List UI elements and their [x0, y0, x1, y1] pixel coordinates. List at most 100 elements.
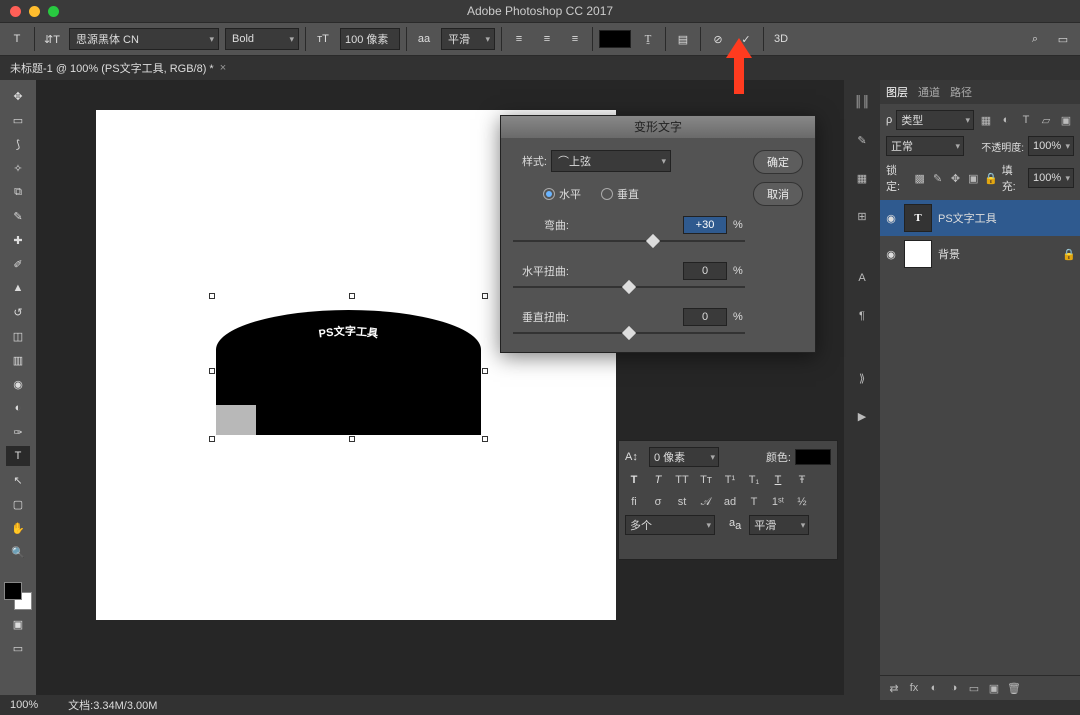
- layer-background[interactable]: ◉ 背景 🔒: [880, 236, 1080, 272]
- play-icon[interactable]: ▶: [850, 404, 874, 428]
- subscript-icon[interactable]: T₁: [745, 471, 763, 489]
- strikethrough-icon[interactable]: Ŧ: [793, 471, 811, 489]
- filter-smart-icon[interactable]: ▣: [1058, 112, 1074, 128]
- workspace-icon[interactable]: ▭: [1052, 28, 1074, 50]
- font-family-dropdown[interactable]: 思源黑体 CN: [69, 28, 219, 50]
- grid-panel-icon[interactable]: ⊞: [850, 204, 874, 228]
- group-icon[interactable]: ▭: [966, 680, 982, 696]
- lock-pixels-icon[interactable]: ✎: [930, 170, 945, 186]
- filter-shape-icon[interactable]: ▱: [1038, 112, 1054, 128]
- marquee-tool[interactable]: ▭: [6, 110, 30, 130]
- bend-input[interactable]: +30: [683, 216, 727, 234]
- warp-text-icon[interactable]: T̰: [637, 28, 659, 50]
- crop-tool[interactable]: ⧉: [6, 182, 30, 202]
- healing-tool[interactable]: ✚: [6, 230, 30, 250]
- tab-paths[interactable]: 路径: [950, 84, 972, 100]
- character-panel[interactable]: A↕0 像素颜色: T T TT Tᴛ T¹ T₁ T Ŧ fi σ st 𝒜 …: [618, 440, 838, 560]
- glyphs-icon[interactable]: ⟫: [850, 366, 874, 390]
- search-icon[interactable]: ⌕: [1024, 28, 1046, 50]
- lock-artboard-icon[interactable]: ▣: [966, 170, 981, 186]
- ok-button[interactable]: 确定: [753, 150, 803, 174]
- align-right-icon[interactable]: ≡: [564, 28, 586, 50]
- superscript-icon[interactable]: T¹: [721, 471, 739, 489]
- align-center-icon[interactable]: ≡: [536, 28, 558, 50]
- cancel-button[interactable]: 取消: [753, 182, 803, 206]
- shape-tool[interactable]: ▢: [6, 494, 30, 514]
- fill-input[interactable]: 100%: [1028, 168, 1074, 188]
- filter-type-icon[interactable]: T: [1018, 112, 1034, 128]
- new-layer-icon[interactable]: ▣: [986, 680, 1002, 696]
- document-tab[interactable]: 未标题-1 @ 100% (PS文字工具, RGB/8) *: [10, 60, 214, 76]
- type-tool[interactable]: T: [6, 446, 30, 466]
- opacity-input[interactable]: 100%: [1028, 136, 1074, 156]
- brushes-panel-icon[interactable]: ║║: [850, 90, 874, 114]
- bend-slider[interactable]: [513, 234, 745, 248]
- visibility-icon[interactable]: ◉: [884, 248, 898, 261]
- vdist-slider[interactable]: [513, 326, 745, 340]
- trash-icon[interactable]: 🗑: [1006, 680, 1022, 696]
- vdist-input[interactable]: 0: [683, 308, 727, 326]
- fx-icon[interactable]: fx: [906, 680, 922, 696]
- text-color-swatch[interactable]: [599, 30, 631, 48]
- align-left-icon[interactable]: ≡: [508, 28, 530, 50]
- quickmask-tool[interactable]: ▣: [6, 614, 30, 634]
- hand-tool[interactable]: ✋: [6, 518, 30, 538]
- character-panel-icon[interactable]: ▤: [672, 28, 694, 50]
- mask-icon[interactable]: ◐: [926, 680, 942, 696]
- filter-pixel-icon[interactable]: ▦: [978, 112, 994, 128]
- eyedropper-tool[interactable]: ✎: [6, 206, 30, 226]
- 3d-icon[interactable]: 3D: [770, 28, 792, 50]
- brush-preset-icon[interactable]: ✎: [850, 128, 874, 152]
- stamp-tool[interactable]: ▲: [6, 278, 30, 298]
- font-weight-dropdown[interactable]: Bold: [225, 28, 299, 50]
- dodge-tool[interactable]: ◐: [6, 398, 30, 418]
- eraser-tool[interactable]: ◫: [6, 326, 30, 346]
- hdist-input[interactable]: 0: [683, 262, 727, 280]
- swatches-panel-icon[interactable]: ▦: [850, 166, 874, 190]
- orientation-vertical[interactable]: 垂直: [601, 186, 639, 202]
- visibility-icon[interactable]: ◉: [884, 212, 898, 225]
- lasso-tool[interactable]: ⟆: [6, 134, 30, 154]
- paragraph-tab-icon[interactable]: ¶: [850, 304, 874, 328]
- tab-channels[interactable]: 通道: [918, 84, 940, 100]
- allcaps-icon[interactable]: TT: [673, 471, 691, 489]
- lock-all-icon[interactable]: 🔒: [984, 170, 999, 186]
- character-tab-icon[interactable]: A: [850, 266, 874, 290]
- screenmode-tool[interactable]: ▭: [6, 638, 30, 658]
- history-brush-tool[interactable]: ↺: [6, 302, 30, 322]
- lock-position-icon[interactable]: ✥: [948, 170, 963, 186]
- lock-transparent-icon[interactable]: ▩: [912, 170, 927, 186]
- antialias-dropdown[interactable]: 平滑: [441, 28, 495, 50]
- cancel-icon[interactable]: ⊘: [707, 28, 729, 50]
- blend-mode-dropdown[interactable]: 正常: [886, 136, 964, 156]
- text-orientation-icon[interactable]: ⇵T: [41, 28, 63, 50]
- close-tab-icon[interactable]: ×: [220, 62, 226, 74]
- layer-text[interactable]: ◉ T PS文字工具: [880, 200, 1080, 236]
- zoom-tool[interactable]: 🔍: [6, 542, 30, 562]
- italic-icon[interactable]: T: [649, 471, 667, 489]
- underline-icon[interactable]: T: [769, 471, 787, 489]
- filter-adjust-icon[interactable]: ◐: [998, 112, 1014, 128]
- layer-kind-dropdown[interactable]: 类型: [896, 110, 974, 130]
- path-tool[interactable]: ↖: [6, 470, 30, 490]
- wand-tool[interactable]: ✧: [6, 158, 30, 178]
- link-layers-icon[interactable]: ⇄: [886, 680, 902, 696]
- hdist-slider[interactable]: [513, 280, 745, 294]
- color-swatches[interactable]: [4, 582, 32, 610]
- smallcaps-icon[interactable]: Tᴛ: [697, 471, 715, 489]
- pen-tool[interactable]: ✑: [6, 422, 30, 442]
- ligature-icon[interactable]: fi: [625, 493, 643, 511]
- move-tool[interactable]: ✥: [6, 86, 30, 106]
- blur-tool[interactable]: ◉: [6, 374, 30, 394]
- commit-icon[interactable]: ✓: [735, 28, 757, 50]
- gradient-tool[interactable]: ▥: [6, 350, 30, 370]
- zoom-level[interactable]: 100%: [10, 699, 38, 711]
- warp-style-dropdown[interactable]: ⌒ 上弦: [551, 150, 671, 172]
- text-bounding-box[interactable]: PS文字工具: [216, 300, 481, 435]
- adjustment-icon[interactable]: ◑: [946, 680, 962, 696]
- orientation-horizontal[interactable]: 水平: [543, 186, 581, 202]
- tab-layers[interactable]: 图层: [886, 84, 908, 100]
- bold-icon[interactable]: T: [625, 471, 643, 489]
- brush-tool[interactable]: ✐: [6, 254, 30, 274]
- font-size-input[interactable]: 100 像素: [340, 28, 400, 50]
